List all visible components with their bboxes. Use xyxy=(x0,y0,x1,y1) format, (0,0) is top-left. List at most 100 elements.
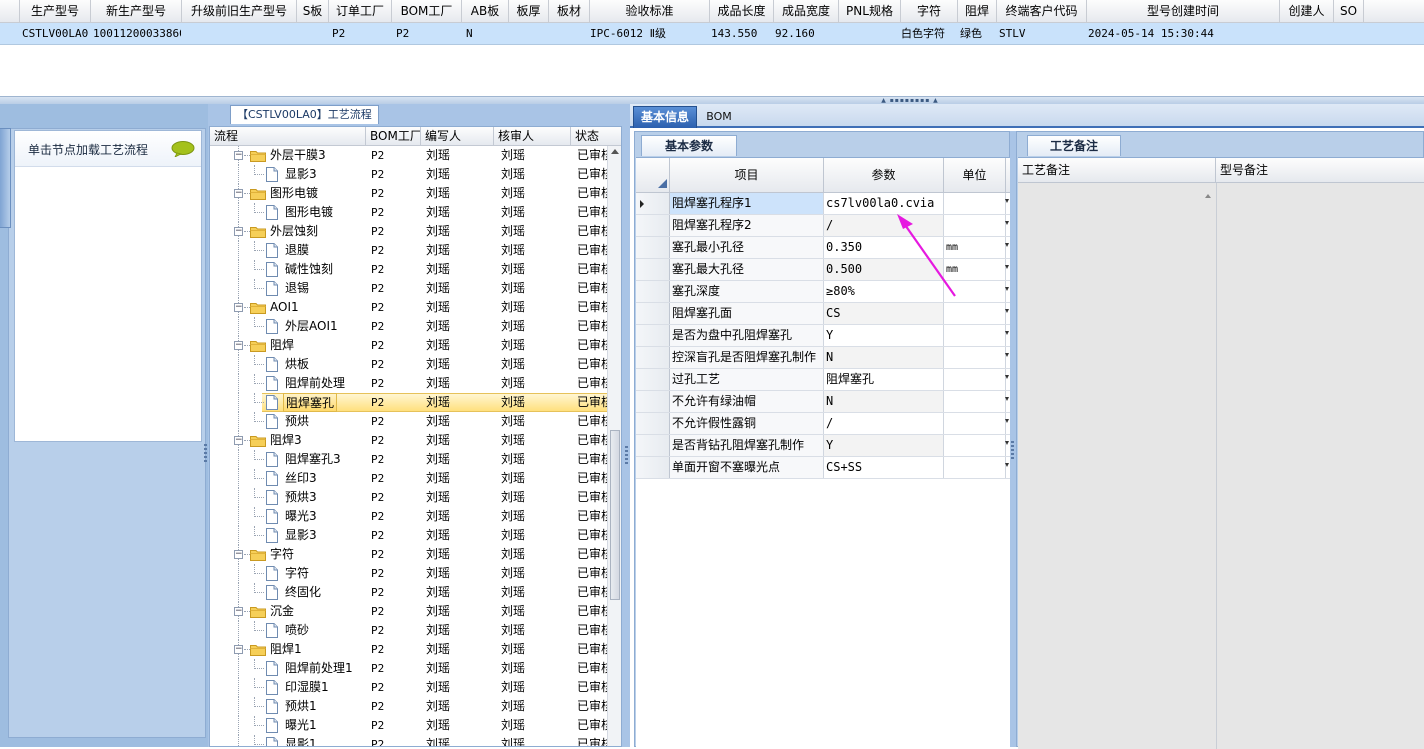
tree-node-label[interactable]: 退锡 xyxy=(283,279,311,298)
model-remark-area[interactable] xyxy=(1217,183,1424,749)
cell-bom-factory[interactable]: P2 xyxy=(396,23,462,45)
tree-group-row[interactable]: − 沉金 P2 刘瑶 刘瑶 已审核 xyxy=(210,602,607,621)
tree-step-row[interactable]: 喷砂 P2 刘瑶 刘瑶 已审核 xyxy=(210,621,607,640)
col-header[interactable]: 新生产型号 xyxy=(91,0,182,23)
tree-step-row[interactable]: 显影3 P2 刘瑶 刘瑶 已审核 xyxy=(210,165,607,184)
row-indicator[interactable] xyxy=(636,347,670,368)
dropdown-arrow-icon[interactable] xyxy=(1005,419,1009,423)
param-value[interactable]: Y xyxy=(824,435,944,456)
tree-node-label[interactable]: 预烘 xyxy=(283,412,311,431)
param-value[interactable]: N xyxy=(824,347,944,368)
tree-scrollbar[interactable] xyxy=(607,146,621,746)
tree-group-row[interactable]: − 外层干膜3 P2 刘瑶 刘瑶 已审核 xyxy=(210,146,607,165)
col-header-reviewer[interactable]: 核审人 xyxy=(494,127,571,146)
tree-node-label[interactable]: 阻焊1 xyxy=(268,640,304,659)
tree-group-row[interactable]: − AOI1 P2 刘瑶 刘瑶 已审核 xyxy=(210,298,607,317)
tree-node-label[interactable]: 阻焊3 xyxy=(268,431,304,450)
scroll-up-icon[interactable] xyxy=(1205,194,1211,198)
right-sizer-grip[interactable] xyxy=(1011,441,1014,461)
tree-node-label[interactable]: 字符 xyxy=(283,564,311,583)
tree-node-label[interactable]: 沉金 xyxy=(268,602,296,621)
param-row[interactable]: 阻焊塞孔程序2/ xyxy=(636,215,1010,237)
col-header[interactable]: 成品宽度 xyxy=(774,0,839,23)
tree-step-row[interactable]: 外层AOI1 P2 刘瑶 刘瑶 已审核 xyxy=(210,317,607,336)
param-value[interactable]: 0.350 xyxy=(824,237,944,258)
tree-node-label[interactable]: 外层干膜3 xyxy=(268,146,328,165)
param-value[interactable]: CS xyxy=(824,303,944,324)
tree-group-row[interactable]: − 阻焊3 P2 刘瑶 刘瑶 已审核 xyxy=(210,431,607,450)
tree-step-row[interactable]: 印湿膜1 P2 刘瑶 刘瑶 已审核 xyxy=(210,678,607,697)
row-indicator[interactable] xyxy=(636,237,670,258)
row-indicator[interactable] xyxy=(636,215,670,236)
col-header[interactable]: 验收标准 xyxy=(590,0,710,23)
param-unit[interactable]: mm xyxy=(944,237,1006,258)
collapse-icon[interactable]: − xyxy=(234,341,243,350)
param-unit[interactable] xyxy=(944,193,1006,214)
param-unit[interactable] xyxy=(944,457,1006,478)
tree-node-label[interactable]: 图形电镀 xyxy=(268,184,320,203)
tree-node-label[interactable]: 烘板 xyxy=(283,355,311,374)
row-indicator[interactable] xyxy=(636,259,670,280)
dropdown-arrow-icon[interactable] xyxy=(1005,463,1009,467)
dropdown-arrow-icon[interactable] xyxy=(1005,243,1009,247)
col-header-param[interactable]: 参数 xyxy=(824,158,944,193)
dropdown-arrow-icon[interactable] xyxy=(1005,265,1009,269)
cell-s-board[interactable] xyxy=(297,23,329,45)
mid-sizer[interactable] xyxy=(623,126,630,747)
tree-node-label[interactable]: 曝光3 xyxy=(283,507,319,526)
tree-node-label[interactable]: 曝光1 xyxy=(283,716,319,735)
row-indicator[interactable] xyxy=(636,413,670,434)
model-grid-row[interactable]: CSTLV00LA0 10011200033860 P2 P2 N IPC-60… xyxy=(0,23,1424,45)
tree-node-label[interactable]: 显影3 xyxy=(283,526,319,545)
tree-node-label[interactable]: 预烘1 xyxy=(283,697,319,716)
tree-node-label[interactable]: 预烘3 xyxy=(283,488,319,507)
tree-node-label[interactable]: 阻焊前处理1 xyxy=(283,659,355,678)
left-sizer-grip[interactable] xyxy=(204,444,207,464)
param-unit[interactable]: mm xyxy=(944,259,1006,280)
tree-step-row[interactable]: 退锡 P2 刘瑶 刘瑶 已审核 xyxy=(210,279,607,298)
tab-remarks[interactable]: 工艺备注 xyxy=(1027,135,1121,156)
col-header-process-remark[interactable]: 工艺备注 xyxy=(1018,158,1216,183)
param-value[interactable]: 阻焊塞孔 xyxy=(824,369,944,390)
col-header[interactable]: 成品长度 xyxy=(710,0,774,23)
param-value[interactable]: 0.500 xyxy=(824,259,944,280)
left-collapsed-tab[interactable] xyxy=(0,128,11,228)
col-header[interactable]: AB板 xyxy=(462,0,509,23)
cell-model[interactable]: CSTLV00LA0 xyxy=(22,23,90,45)
param-row[interactable]: 塞孔最大孔径 0.500 mm xyxy=(636,259,1010,281)
tree-step-row[interactable]: 碱性蚀刻 P2 刘瑶 刘瑶 已审核 xyxy=(210,260,607,279)
collapse-icon[interactable]: − xyxy=(234,436,243,445)
param-row[interactable]: 是否为盘中孔阻焊塞孔 Y xyxy=(636,325,1010,347)
tree-step-row[interactable]: 终固化 P2 刘瑶 刘瑶 已审核 xyxy=(210,583,607,602)
col-header[interactable]: 创建人 xyxy=(1280,0,1334,23)
tree-node-label[interactable]: 喷砂 xyxy=(283,621,311,640)
tree-node-label[interactable]: 碱性蚀刻 xyxy=(283,260,335,279)
collapse-icon[interactable]: − xyxy=(234,151,243,160)
param-row[interactable]: 单面开窗不塞曝光点 CS+SS xyxy=(636,457,1010,479)
tree-step-row[interactable]: 阻焊前处理1 P2 刘瑶 刘瑶 已审核 xyxy=(210,659,607,678)
dropdown-arrow-icon[interactable] xyxy=(1005,353,1009,357)
scroll-up-icon[interactable] xyxy=(611,149,619,154)
dropdown-arrow-icon[interactable] xyxy=(1005,309,1009,313)
dropdown-arrow-icon[interactable] xyxy=(1005,441,1009,445)
col-header[interactable]: S板 xyxy=(297,0,329,23)
collapse-icon[interactable]: − xyxy=(234,550,243,559)
cell-so[interactable] xyxy=(1334,23,1364,45)
tree-node-label[interactable]: 显影1 xyxy=(283,735,319,746)
tab-bom[interactable]: BOM xyxy=(703,106,735,128)
tree-group-row[interactable]: − 阻焊1 P2 刘瑶 刘瑶 已审核 xyxy=(210,640,607,659)
col-header[interactable]: 订单工厂 xyxy=(329,0,392,23)
tree-step-row[interactable]: 阻焊前处理 P2 刘瑶 刘瑶 已审核 xyxy=(210,374,607,393)
param-value[interactable]: N xyxy=(824,391,944,412)
param-value[interactable]: ≥80% xyxy=(824,281,944,302)
dropdown-arrow-icon[interactable] xyxy=(1005,221,1009,225)
param-row[interactable]: 过孔工艺 阻焊塞孔 xyxy=(636,369,1010,391)
tree-step-row[interactable]: 退膜 P2 刘瑶 刘瑶 已审核 xyxy=(210,241,607,260)
tree-step-row[interactable]: 预烘3 P2 刘瑶 刘瑶 已审核 xyxy=(210,488,607,507)
tab-basic-params[interactable]: 基本参数 xyxy=(641,135,737,156)
tree-step-row[interactable]: 图形电镀 P2 刘瑶 刘瑶 已审核 xyxy=(210,203,607,222)
cell-standard[interactable]: IPC-6012 Ⅱ级 xyxy=(590,23,710,45)
col-header-model-remark[interactable]: 型号备注 xyxy=(1216,158,1424,183)
tree-node-label[interactable]: 阻焊塞孔 xyxy=(283,393,338,412)
tree-step-row[interactable]: 阻焊塞孔3 P2 刘瑶 刘瑶 已审核 xyxy=(210,450,607,469)
